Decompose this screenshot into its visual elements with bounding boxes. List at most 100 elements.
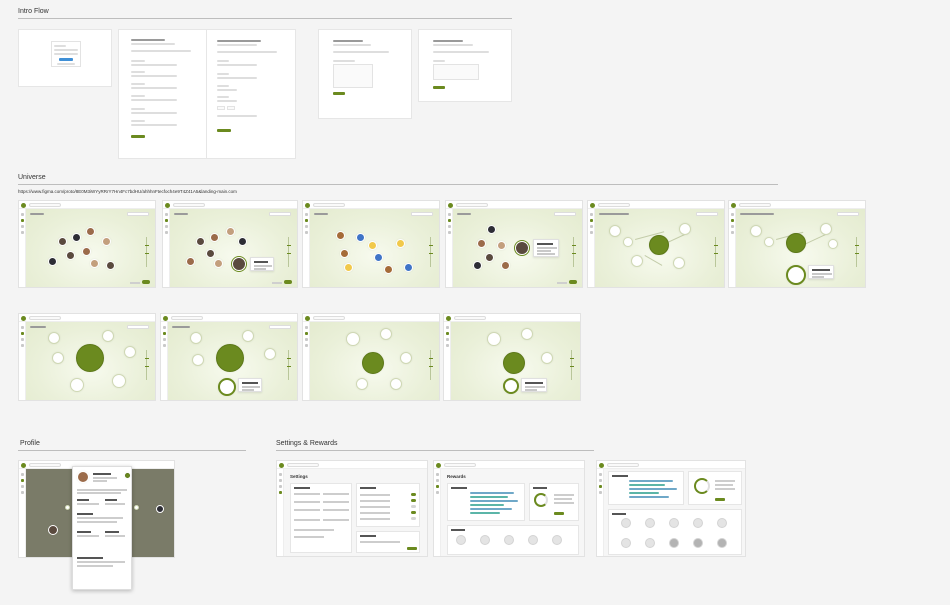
focus-topic-node[interactable] [362, 352, 384, 374]
search-input[interactable] [173, 203, 205, 207]
badge-icon[interactable] [645, 518, 655, 528]
topbar-icons[interactable] [284, 203, 294, 216]
text-field[interactable] [131, 124, 177, 126]
selected-person-node[interactable] [515, 241, 529, 255]
topic-node[interactable] [679, 223, 691, 235]
topbar-icons[interactable] [852, 203, 862, 216]
intro-login-frame[interactable] [18, 29, 112, 87]
universe-stage[interactable] [595, 209, 724, 287]
universe-frame-2[interactable] [162, 200, 298, 288]
zoom-scale[interactable] [144, 237, 149, 267]
app-logo[interactable] [21, 315, 26, 321]
universe-stage[interactable] [170, 209, 297, 287]
app-logo[interactable] [446, 315, 451, 321]
setting-field[interactable] [360, 541, 400, 543]
topic-node[interactable] [400, 352, 412, 364]
step-tabs[interactable] [217, 51, 277, 53]
universe-stage[interactable] [168, 322, 297, 400]
topic-preview-card[interactable] [238, 378, 262, 392]
topic-node[interactable] [631, 255, 643, 267]
universe-stage[interactable] [451, 322, 580, 400]
setting-field[interactable] [294, 519, 320, 521]
view-toggle[interactable] [569, 280, 577, 284]
badge-icon[interactable] [504, 535, 514, 545]
person-node[interactable] [210, 233, 219, 242]
topic-node[interactable] [380, 328, 392, 340]
topic-node[interactable] [346, 332, 360, 346]
intro-profile-step-4-frame[interactable] [418, 29, 512, 102]
text-field[interactable] [131, 64, 177, 66]
continue-button[interactable] [131, 135, 145, 138]
person-node[interactable] [58, 237, 67, 246]
text-field[interactable] [217, 77, 257, 79]
person-node[interactable] [501, 261, 510, 270]
profile-modal[interactable] [72, 466, 132, 590]
app-logo[interactable] [21, 202, 26, 208]
search-input[interactable] [313, 316, 345, 320]
avatar-node[interactable] [396, 239, 405, 248]
universe-stage[interactable] [26, 322, 155, 400]
badge-icon[interactable] [621, 538, 631, 548]
search-input[interactable] [444, 463, 476, 467]
app-logo[interactable] [436, 462, 441, 468]
topic-node[interactable] [750, 225, 762, 237]
person-node[interactable] [72, 233, 81, 242]
topbar-icons[interactable] [571, 463, 581, 476]
zoom-scale[interactable] [428, 350, 433, 380]
person-node[interactable] [214, 259, 223, 268]
person-node[interactable] [48, 525, 58, 535]
badge-icon[interactable] [621, 518, 631, 528]
universe-frame-8[interactable] [160, 313, 298, 401]
login-button[interactable] [59, 58, 73, 61]
text-field[interactable] [131, 112, 177, 114]
person-node[interactable] [477, 239, 486, 248]
zoom-scale[interactable] [286, 350, 291, 380]
setting-field[interactable] [323, 519, 349, 521]
search-input[interactable] [598, 203, 630, 207]
person-node[interactable] [86, 227, 95, 236]
topic-node[interactable] [487, 332, 501, 346]
zoom-scale[interactable] [571, 237, 576, 267]
setting-toggle[interactable] [411, 517, 416, 520]
redeem-button[interactable] [554, 512, 564, 515]
next-arrow-icon[interactable] [134, 505, 139, 510]
topic-node[interactable] [609, 225, 621, 237]
step-tabs[interactable] [131, 50, 191, 52]
text-field[interactable] [131, 87, 177, 89]
rewards-detail-screen[interactable] [596, 460, 746, 557]
universe-frame-7[interactable] [18, 313, 156, 401]
topic-preview-card[interactable] [808, 265, 834, 279]
view-toggle[interactable] [284, 280, 292, 284]
person-node[interactable] [238, 237, 247, 246]
zoom-scale[interactable] [144, 350, 149, 380]
topic-node[interactable] [190, 332, 202, 344]
topbar-icons[interactable] [569, 203, 579, 216]
topbar-icons[interactable] [732, 463, 742, 476]
intro-profile-step-3-frame[interactable] [318, 29, 412, 119]
zoom-scale[interactable] [286, 237, 291, 267]
universe-frame-3[interactable] [302, 200, 440, 288]
chip[interactable] [217, 106, 225, 110]
text-field[interactable] [217, 64, 257, 66]
topic-node[interactable] [521, 328, 533, 340]
setting-field[interactable] [323, 509, 349, 511]
topic-preview-card[interactable] [521, 378, 547, 392]
continue-button[interactable] [333, 92, 345, 95]
badge-icon[interactable] [693, 518, 703, 528]
previous-arrow-icon[interactable] [65, 505, 70, 510]
focus-topic-node[interactable] [503, 352, 525, 374]
person-node[interactable] [90, 259, 99, 268]
intro-profile-step-2-frame[interactable] [206, 29, 296, 159]
universe-frame-10[interactable] [443, 313, 581, 401]
universe-stage[interactable] [453, 209, 582, 287]
person-node[interactable] [206, 249, 215, 258]
topic-node[interactable] [264, 348, 276, 360]
search-input[interactable] [29, 203, 61, 207]
person-node[interactable] [196, 237, 205, 246]
app-logo[interactable] [305, 202, 310, 208]
text-area[interactable] [433, 64, 479, 80]
topbar-icons[interactable] [426, 316, 436, 329]
zoom-scale[interactable] [713, 237, 718, 267]
focus-topic-node[interactable] [649, 235, 669, 255]
text-field[interactable] [217, 100, 237, 102]
